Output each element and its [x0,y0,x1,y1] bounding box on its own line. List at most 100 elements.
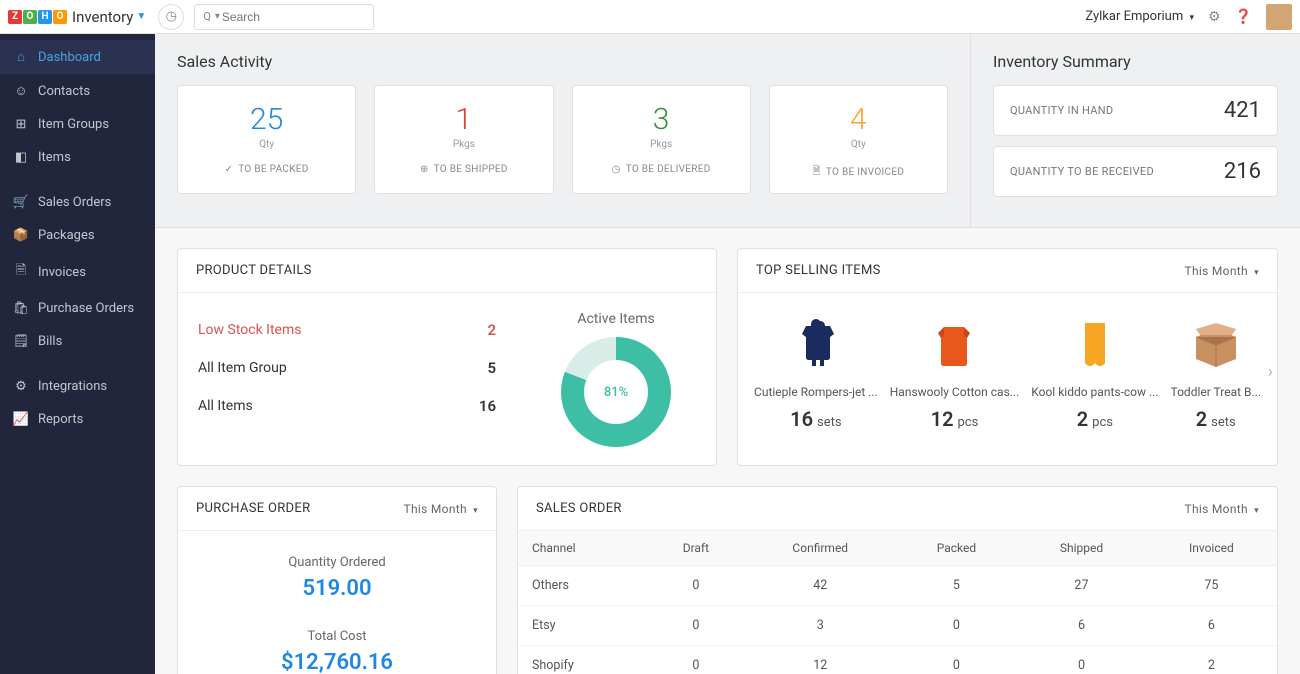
activity-status: 🗎TO BE INVOICED [780,164,937,181]
activity-status: ✓TO BE PACKED [188,164,345,175]
activity-value: 1 [385,102,542,137]
table-cell: 2 [1146,646,1277,674]
product-image [786,313,846,373]
org-selector[interactable]: Zylkar Emporium ▾ [1085,9,1194,24]
table-row[interactable]: Others04252775 [518,566,1277,606]
reports-icon: 📈 [14,412,28,427]
sidebar: ⌂Dashboard ☺Contacts ⊞Item Groups ◧ Items… [0,34,155,674]
sidebar-item-dashboard[interactable]: ⌂Dashboard [0,40,155,74]
product-detail-row[interactable]: Low Stock Items2 [198,311,496,349]
sidebar-item-items[interactable]: ◧ Items [0,141,155,174]
activity-card[interactable]: 4 Qty 🗎TO BE INVOICED [769,85,948,194]
sidebar-item-reports[interactable]: 📈 Reports [0,403,155,436]
inventory-summary-section: Inventory Summary QUANTITY IN HAND421QUA… [970,34,1300,227]
sidebar-item-label: Items [38,150,71,165]
table-cell: Others [518,566,647,606]
status-icon: ⊕ [420,164,429,175]
table-cell: 0 [647,566,745,606]
table-cell: 0 [896,646,1018,674]
table-row[interactable]: Shopify012002 [518,646,1277,674]
table-header: Packed [896,531,1018,566]
activity-value: 25 [188,102,345,137]
item-groups-icon: ⊞ [14,117,28,132]
carousel-next-button[interactable]: › [1268,362,1273,383]
panel-title: TOP SELLING ITEMS [756,263,881,278]
activity-value: 4 [780,102,937,137]
logo[interactable]: ZOHO [8,10,68,24]
sidebar-item-label: Dashboard [38,50,101,65]
sidebar-item-label: Reports [38,412,83,427]
sales-order-panel: SALES ORDER This Month ▾ ChannelDraftCon… [517,486,1278,674]
top-selling-item[interactable]: Cutieple Rompers-jet ... 16sets [748,313,884,431]
recent-activity-button[interactable]: ◷ [158,4,184,30]
top-selling-item[interactable]: Kool kiddo pants-cow ... 2pcs [1025,313,1164,431]
main-content: Sales Activity 25 Qty ✓TO BE PACKED1 Pkg… [155,34,1300,674]
table-cell: 6 [1146,606,1277,646]
sidebar-item-packages[interactable]: 📦Packages [0,219,155,252]
active-items-pct: 81% [584,360,648,424]
table-header: Invoiced [1146,531,1277,566]
table-header: Confirmed [745,531,896,566]
panel-title: PRODUCT DETAILS [178,249,716,293]
product-detail-row[interactable]: All Items16 [198,387,496,425]
product-name: Hanswooly Cotton cas... [890,385,1020,399]
product-qty: 2pcs [1031,407,1158,431]
clock-icon: ◷ [166,9,177,24]
period-selector[interactable]: This Month ▾ [404,502,478,516]
purchase-icon: 🛍 [14,301,28,316]
period-selector[interactable]: This Month ▾ [1185,264,1259,278]
sidebar-item-contacts[interactable]: ☺Contacts [0,74,155,108]
sidebar-item-purchase-orders[interactable]: 🛍Purchase Orders [0,292,155,325]
pd-label: All Item Group [198,360,287,376]
sidebar-item-integrations[interactable]: ⚙Integrations [0,370,155,403]
activity-card[interactable]: 3 Pkgs ◷TO BE DELIVERED [572,85,751,194]
items-icon: ◧ [14,150,28,165]
sidebar-item-label: Bills [38,334,62,349]
product-name: Kool kiddo pants-cow ... [1031,385,1158,399]
active-items-label: Active Items [526,311,706,327]
sidebar-item-sales-orders[interactable]: 🛒Sales Orders [0,186,155,219]
search-box[interactable]: Q ▾ [194,4,374,30]
sidebar-item-label: Packages [38,228,95,243]
table-header: Channel [518,531,647,566]
product-details-panel: PRODUCT DETAILS Low Stock Items2All Item… [177,248,717,466]
status-icon: ◷ [612,164,621,175]
product-name: Toddler Treat B... [1171,385,1262,399]
brand-dropdown-icon[interactable]: ▼ [136,11,146,22]
chevron-down-icon: ▾ [1254,506,1259,516]
qty-ordered-value: 519.00 [198,576,476,601]
table-header: Shipped [1017,531,1145,566]
bills-icon: 🗒 [14,334,28,349]
settings-icon[interactable]: ⚙ [1208,9,1221,25]
help-icon[interactable]: ❓ [1235,9,1252,25]
total-cost-label: Total Cost [198,629,476,644]
sidebar-item-bills[interactable]: 🗒 Bills [0,325,155,358]
integrations-icon: ⚙ [14,379,28,394]
table-row[interactable]: Etsy03066 [518,606,1277,646]
pd-label: All Items [198,398,253,414]
summary-card: QUANTITY IN HAND421 [993,85,1278,136]
product-qty: 16sets [754,407,878,431]
avatar[interactable] [1266,4,1292,30]
chevron-down-icon[interactable]: ▾ [215,11,220,22]
top-selling-item[interactable]: Hanswooly Cotton cas... 12pcs [884,313,1026,431]
product-qty: 12pcs [890,407,1020,431]
sidebar-item-label: Invoices [38,265,86,280]
table-cell: 6 [1017,606,1145,646]
period-selector[interactable]: This Month ▾ [1185,502,1259,516]
search-input[interactable] [222,10,365,24]
summary-label: QUANTITY TO BE RECEIVED [1010,165,1154,178]
activity-card[interactable]: 1 Pkgs ⊕TO BE SHIPPED [374,85,553,194]
sidebar-item-invoices[interactable]: 🗎Invoices [0,252,155,292]
search-scope-icon[interactable]: Q [203,10,211,23]
purchase-order-panel: PURCHASE ORDER This Month ▾ Quantity Ord… [177,486,497,674]
top-selling-item[interactable]: Toddler Treat B... 2sets [1165,313,1268,431]
product-detail-row[interactable]: All Item Group5 [198,349,496,387]
table-cell: 5 [896,566,1018,606]
product-image [1186,313,1246,373]
sidebar-item-item-groups[interactable]: ⊞Item Groups [0,108,155,141]
panel-header: PURCHASE ORDER This Month ▾ [178,487,496,531]
activity-card[interactable]: 25 Qty ✓TO BE PACKED [177,85,356,194]
table-cell: 3 [745,606,896,646]
pd-value: 2 [487,321,496,339]
